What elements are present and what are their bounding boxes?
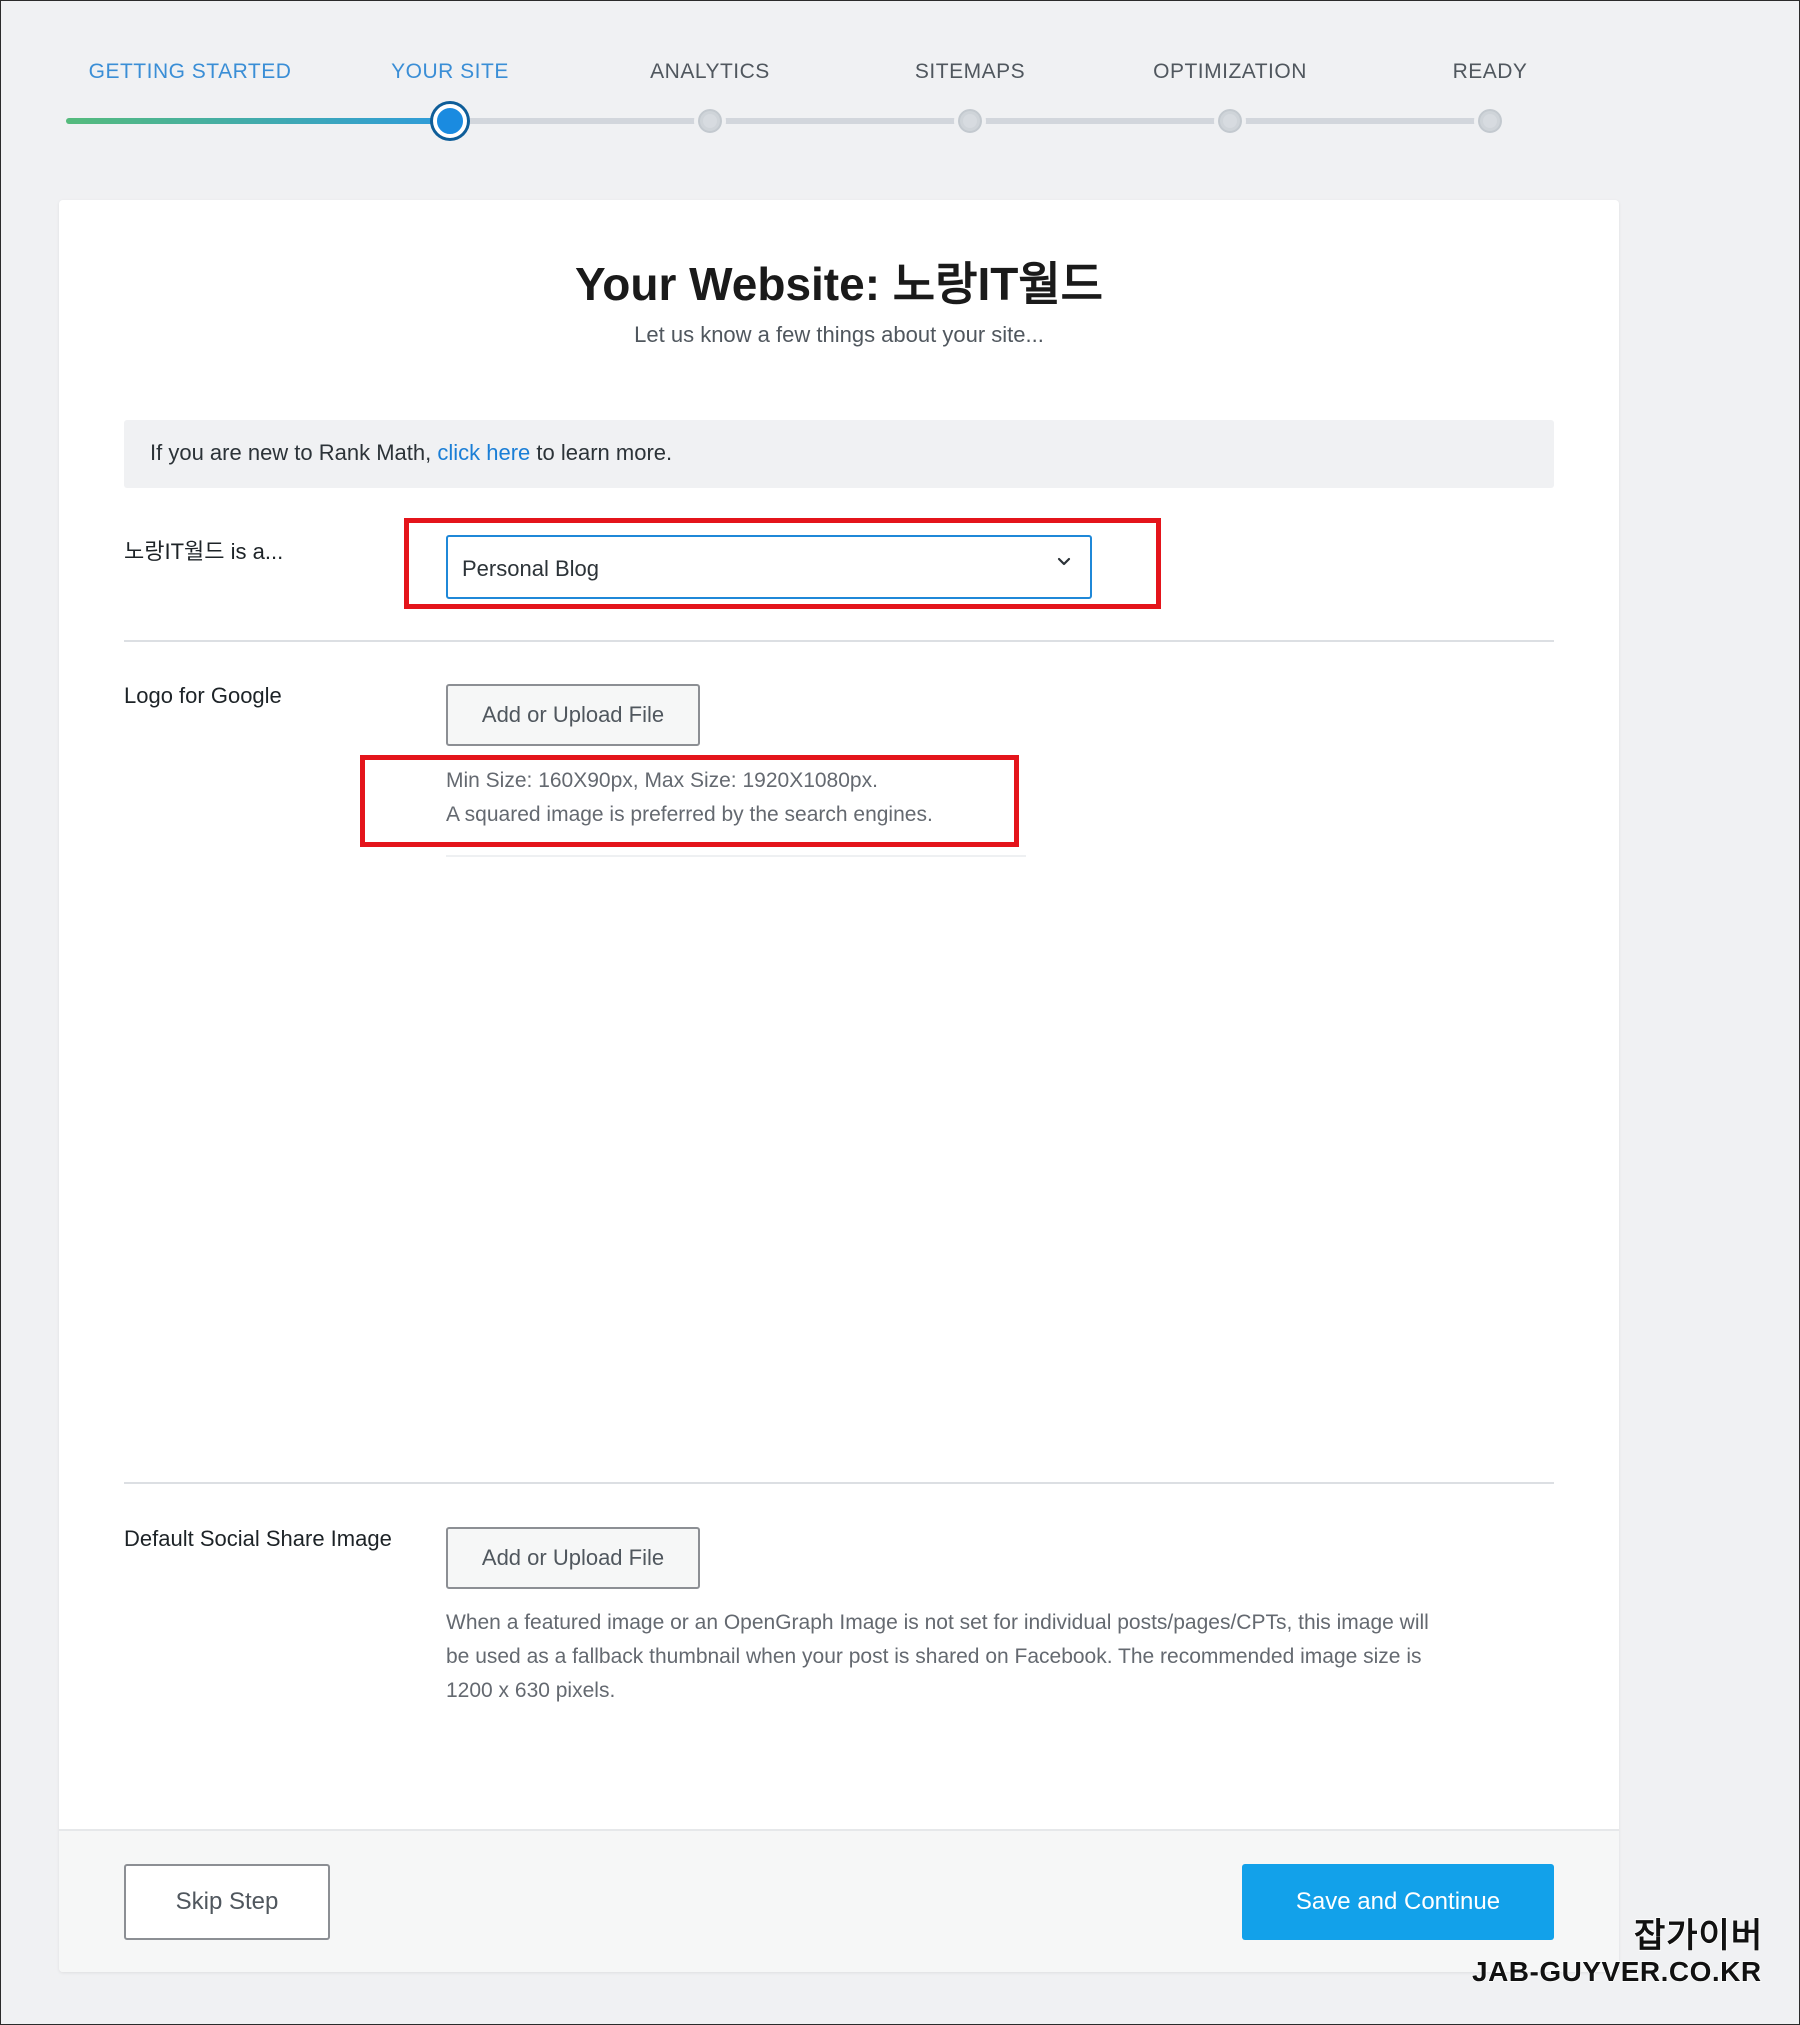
social-help-text: When a featured image or an OpenGraph Im… xyxy=(446,1606,1429,1708)
social-image-label: Default Social Share Image xyxy=(124,1526,392,1551)
section-divider xyxy=(124,640,1554,642)
logo-label: Logo for Google xyxy=(124,683,282,708)
social-upload-button[interactable]: Add or Upload File xyxy=(446,1527,700,1589)
logo-help-square: A squared image is preferred by the sear… xyxy=(446,803,933,826)
step-label-analytics: ANALYTICS xyxy=(650,60,770,83)
step-dot-your-site[interactable] xyxy=(433,104,467,138)
step-label-sitemaps: SITEMAPS xyxy=(914,60,1026,83)
site-type-label: 노랑IT월드 is a... xyxy=(124,539,284,564)
watermark-korean: 잡가이버 xyxy=(1633,1916,1764,1956)
notice-suffix: to learn more. xyxy=(530,440,673,465)
step-label-optimization: OPTIMIZATION xyxy=(1153,60,1307,83)
social-help-line: When a featured image or an OpenGraph Im… xyxy=(446,1611,1429,1634)
skip-step-button[interactable]: Skip Step xyxy=(124,1864,330,1940)
step-dot-ready xyxy=(1474,105,1506,137)
save-continue-button[interactable]: Save and Continue xyxy=(1242,1864,1554,1940)
stepper-progress xyxy=(66,118,450,124)
notice-prefix: If you are new to Rank Math, xyxy=(150,440,438,465)
step-dot-optimization xyxy=(1214,105,1246,137)
info-notice: If you are new to Rank Math, click here … xyxy=(124,420,1554,488)
step-label-ready: READY xyxy=(1452,60,1528,83)
step-label-your-site[interactable]: YOUR SITE xyxy=(391,60,509,84)
logo-preview-area xyxy=(446,855,1026,857)
watermark-url: JAB-GUYVER.CO.KR xyxy=(1471,1955,1762,1988)
step-label-getting-started[interactable]: GETTING STARTED xyxy=(89,60,292,84)
step-dot-analytics xyxy=(694,105,726,137)
social-help-line: be used as a fallback thumbnail when you… xyxy=(446,1645,1422,1668)
page-title: Your Website: 노랑IT월드 xyxy=(575,258,1103,310)
logo-help-size: Min Size: 160X90px, Max Size: 1920X1080p… xyxy=(446,769,878,792)
section-divider xyxy=(124,1482,1554,1484)
learn-more-link[interactable]: click here xyxy=(437,440,530,465)
page-subtitle: Let us know a few things about your site… xyxy=(634,322,1044,347)
chevron-down-icon xyxy=(1057,557,1071,566)
logo-help-text: Min Size: 160X90px, Max Size: 1920X1080p… xyxy=(446,764,933,832)
social-help-line: 1200 x 630 pixels. xyxy=(446,1679,616,1702)
logo-upload-button[interactable]: Add or Upload File xyxy=(446,684,700,746)
site-type-select[interactable]: Personal Blog xyxy=(446,535,1092,599)
step-dot-sitemaps xyxy=(954,105,986,137)
site-type-value: Personal Blog xyxy=(462,556,599,581)
